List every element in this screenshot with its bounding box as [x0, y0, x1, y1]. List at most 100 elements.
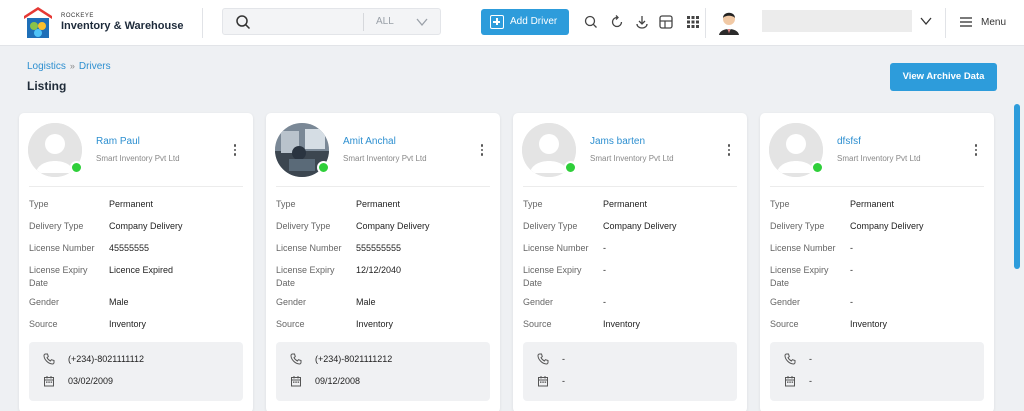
search-icon[interactable]	[235, 14, 251, 30]
driver-card[interactable]: dfsfsf Smart Inventory Pvt Ltd Type Permane…	[760, 113, 994, 411]
license-number-value: 555555555	[356, 243, 402, 253]
license-expiry-value: -	[850, 265, 853, 275]
more-options-icon[interactable]	[480, 144, 484, 158]
driver-card[interactable]: Ram Paul Smart Inventory Pvt Ltd Type Perma…	[19, 113, 253, 411]
phone-number: -	[809, 354, 812, 364]
online-status-dot	[564, 161, 577, 174]
license-expiry-label-line2: Date	[770, 278, 790, 288]
license-expiry-label-line2: Date	[523, 278, 543, 288]
delivery-type-label: Delivery Type	[770, 221, 825, 231]
gender-label: Gender	[523, 297, 554, 307]
type-label: Type	[770, 199, 790, 209]
user-info-redacted[interactable]	[762, 10, 912, 32]
gender-value: Male	[109, 297, 129, 307]
apps-grid-icon[interactable]	[685, 14, 701, 30]
driver-name-link[interactable]: dfsfsf	[837, 136, 861, 147]
user-avatar[interactable]	[717, 9, 741, 35]
driver-card[interactable]: Jams barten Smart Inventory Pvt Ltd Type Pe…	[513, 113, 747, 411]
driver-name-link[interactable]: Jams barten	[590, 136, 645, 147]
gender-value: Male	[356, 297, 376, 307]
online-status-dot	[317, 161, 330, 174]
gender-label: Gender	[770, 297, 801, 307]
joining-date: -	[562, 376, 565, 386]
search-scope-select[interactable]: ALL	[376, 16, 394, 27]
breadcrumb-logistics[interactable]: Logistics	[27, 61, 66, 72]
header-divider	[705, 8, 706, 38]
source-value: Inventory	[850, 319, 888, 329]
plus-icon	[490, 15, 504, 29]
phone-icon	[537, 353, 549, 365]
delivery-type-value: Company Delivery	[850, 221, 924, 231]
chevron-down-icon[interactable]	[919, 15, 933, 27]
refresh-icon[interactable]	[609, 14, 625, 30]
brand-logo[interactable]	[23, 6, 53, 40]
calendar-icon	[538, 376, 548, 387]
page-title: Listing	[27, 79, 67, 93]
delivery-type-value: Company Delivery	[356, 221, 430, 231]
phone-number: (+234)-8021111212	[315, 354, 393, 364]
driver-company: Smart Inventory Pvt Ltd	[837, 154, 921, 163]
add-driver-button[interactable]: Add Driver	[481, 9, 569, 35]
type-value: Permanent	[603, 199, 648, 209]
license-expiry-label-line1: License Expiry	[523, 265, 582, 275]
driver-company: Smart Inventory Pvt Ltd	[343, 154, 427, 163]
contact-box: (+234)-8021111212 09/12/2008	[276, 342, 490, 401]
download-icon[interactable]	[634, 14, 650, 30]
license-number-label: License Number	[523, 243, 589, 253]
driver-company: Smart Inventory Pvt Ltd	[96, 154, 180, 163]
contact-box: --	[523, 342, 737, 401]
search-icon[interactable]	[583, 14, 599, 30]
license-expiry-label: License Expiry Date	[29, 264, 101, 290]
online-status-dot	[70, 161, 83, 174]
add-driver-label: Add Driver	[510, 16, 558, 27]
license-expiry-label-line1: License Expiry	[770, 265, 829, 275]
breadcrumb: Logistics» Drivers	[27, 61, 111, 72]
driver-name-link[interactable]: Ram Paul	[96, 136, 140, 147]
phone-icon	[43, 353, 55, 365]
source-value: Inventory	[356, 319, 394, 329]
gender-label: Gender	[29, 297, 60, 307]
source-value: Inventory	[109, 319, 147, 329]
menu-label[interactable]: Menu	[981, 17, 1006, 28]
type-value: Permanent	[109, 199, 154, 209]
driver-company: Smart Inventory Pvt Ltd	[590, 154, 674, 163]
brand-tagline: ROCKEYE	[61, 13, 94, 19]
breadcrumb-drivers[interactable]: Drivers	[79, 61, 111, 72]
gender-value: -	[603, 297, 606, 307]
table-view-icon[interactable]	[658, 14, 674, 30]
source-label: Source	[276, 319, 305, 329]
more-options-icon[interactable]	[974, 144, 978, 158]
hamburger-menu-icon[interactable]	[959, 16, 973, 28]
card-divider	[770, 186, 984, 187]
calendar-icon	[44, 376, 54, 387]
card-divider	[276, 186, 490, 187]
license-expiry-label-line2: Date	[29, 278, 49, 288]
breadcrumb-separator: »	[69, 61, 75, 71]
license-expiry-value: Licence Expired	[109, 265, 174, 275]
gender-label: Gender	[276, 297, 307, 307]
source-label: Source	[770, 319, 799, 329]
view-archive-button[interactable]: View Archive Data	[890, 63, 997, 91]
license-expiry-label-line1: License Expiry	[29, 265, 88, 275]
more-options-icon[interactable]	[727, 144, 731, 158]
phone-number: -	[562, 354, 565, 364]
license-expiry-value: -	[603, 265, 606, 275]
phone-icon	[290, 353, 302, 365]
contact-box: --	[770, 342, 984, 401]
card-divider	[29, 186, 243, 187]
driver-name-link[interactable]: Amit Anchal	[343, 136, 396, 147]
header-divider	[945, 8, 946, 38]
license-expiry-label: License Expiry Date	[276, 264, 348, 290]
license-number-label: License Number	[276, 243, 342, 253]
driver-card[interactable]: Amit Anchal Smart Inventory Pvt Ltd Type Pe…	[266, 113, 500, 411]
phone-icon	[784, 353, 796, 365]
global-search[interactable]: ALL	[222, 8, 441, 35]
chevron-down-icon[interactable]	[415, 16, 429, 28]
calendar-icon	[291, 376, 301, 387]
scrollbar-thumb[interactable]	[1014, 104, 1020, 269]
source-label: Source	[523, 319, 552, 329]
delivery-type-value: Company Delivery	[603, 221, 677, 231]
license-expiry-label: License Expiry Date	[770, 264, 842, 290]
type-value: Permanent	[850, 199, 895, 209]
more-options-icon[interactable]	[233, 144, 237, 158]
